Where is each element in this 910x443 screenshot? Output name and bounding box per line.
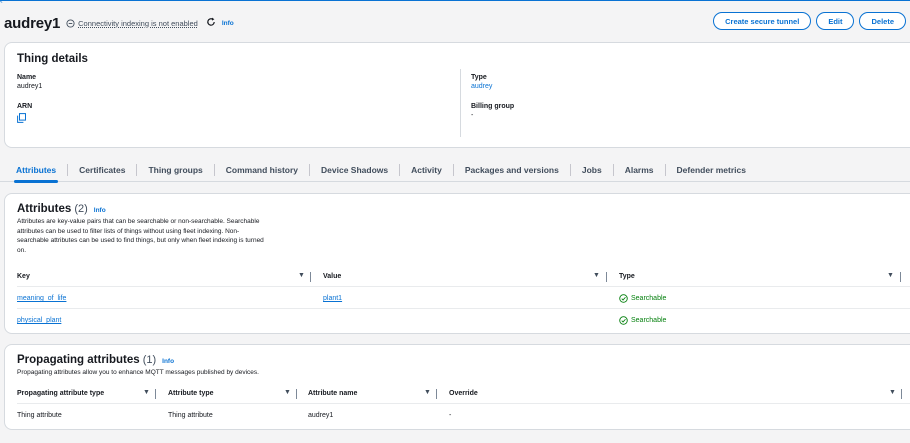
caret-down-icon[interactable]: ▼ [284,389,291,396]
column-separator[interactable] [436,389,437,399]
type-field: Type audrey [471,74,492,90]
attribute-type-label: Searchable [631,295,667,302]
column-header-type[interactable]: Type [619,273,635,280]
attribute-type-status: Searchable [619,294,666,303]
propagating-attribute-type-cell: Thing attribute [17,412,62,419]
tab-defender-metrics[interactable]: Defender metrics [664,163,757,176]
attributes-heading: Attributes [17,203,72,215]
column-header-override[interactable]: Override [449,390,478,397]
attributes-header: Attributes (2) Info [17,203,106,215]
tab-thing-groups[interactable]: Thing groups [136,163,213,176]
attributes-info-link[interactable]: Info [94,207,106,214]
info-link[interactable]: Info [222,20,234,27]
caret-down-icon[interactable]: ▼ [143,389,150,396]
tab-packages-and-versions[interactable]: Packages and versions [452,163,570,176]
column-header-attribute-name[interactable]: Attribute name [308,390,357,397]
tab-attributes[interactable]: Attributes [0,164,67,183]
propagating-description: Propagating attributes allow you to enha… [17,369,259,376]
top-border [0,0,910,3]
column-separator[interactable] [155,389,156,399]
thing-details-heading: Thing details [17,53,88,65]
column-separator[interactable] [310,272,311,282]
tab-jobs[interactable]: Jobs [569,163,613,176]
tab-activity[interactable]: Activity [399,163,453,176]
row-divider [17,286,910,287]
column-header-key[interactable]: Key [17,273,30,280]
header-actions: Create secure tunnel Edit Delete [713,12,906,30]
propagating-info-link[interactable]: Info [162,358,174,365]
billing-group-value: - [471,112,474,119]
copy-icon[interactable] [17,113,32,125]
billing-group-label: Billing group [471,103,515,110]
column-header-value[interactable]: Value [323,273,341,280]
propagating-attributes-card: Propagating attributes (1) Info Propagat… [4,344,910,430]
column-separator[interactable] [900,272,901,282]
tab-alarms[interactable]: Alarms [612,163,665,176]
attribute-name-cell: audrey1 [308,412,334,419]
row-divider [17,403,910,404]
attribute-value-link[interactable]: plant1 [323,295,342,302]
connectivity-link[interactable]: Connectivity indexing is not enabled [78,19,198,28]
page-title: audrey1 [4,14,61,32]
attributes-count: (2) [74,203,88,215]
propagating-header: Propagating attributes (1) Info [17,354,174,366]
column-separator[interactable] [606,272,607,282]
attributes-description-line: searchable attributes can be used to fin… [17,237,264,245]
caret-down-icon[interactable]: ▼ [889,389,896,396]
connectivity-status: Connectivity indexing is not enabled [66,19,198,28]
attributes-card: Attributes (2) Info Attributes are key-v… [4,193,910,334]
refresh-icon[interactable] [206,17,216,29]
tab-bar: Attributes Certificates Thing groups Com… [0,158,910,183]
attribute-type-cell: Thing attribute [168,412,213,419]
type-link[interactable]: audrey [471,83,492,90]
type-label: Type [471,74,487,81]
attributes-description: Attributes are key-value pairs that can … [17,217,337,255]
name-value: audrey1 [17,83,43,90]
edit-button[interactable]: Edit [816,12,855,30]
arn-label: ARN [17,103,33,110]
propagating-heading: Propagating attributes [17,354,140,366]
name-label: Name [17,74,37,81]
create-secure-tunnel-button[interactable]: Create secure tunnel [713,12,812,30]
caret-down-icon[interactable]: ▼ [298,272,305,279]
column-separator[interactable] [901,389,902,399]
column-separator[interactable] [296,389,297,399]
tab-command-history[interactable]: Command history [213,163,309,176]
column-header-propagating-attribute-type[interactable]: Propagating attribute type [17,390,104,397]
info-circle-icon [66,18,75,28]
caret-down-icon[interactable]: ▼ [887,272,894,279]
override-cell: - [449,412,452,419]
caret-down-icon[interactable]: ▼ [593,272,600,279]
page-header: audrey1 Connectivity indexing is not ena… [4,12,906,34]
attributes-description-line: Attributes are key-value pairs that can … [17,218,260,225]
tab-device-shadows[interactable]: Device Shadows [309,163,399,176]
attribute-key-link[interactable]: physical_plant [17,317,61,324]
divider [460,69,461,137]
check-circle-icon [619,316,628,325]
arn-field: ARN [17,103,32,125]
attributes-description-line: on. [17,246,27,254]
attribute-key-link[interactable]: meaning_of_life [17,295,66,302]
propagating-count: (1) [142,354,157,366]
attribute-type-label: Searchable [631,317,667,324]
caret-down-icon[interactable]: ▼ [424,389,431,396]
thing-details-card: Thing details Name audrey1 ARN Type audr… [4,42,910,148]
attribute-type-status: Searchable [619,316,666,325]
row-divider [17,308,910,309]
column-header-attribute-type[interactable]: Attribute type [168,390,214,397]
attributes-description-line: attributes can be used to filter lists o… [17,227,240,235]
delete-button[interactable]: Delete [859,12,906,30]
billing-group-field: Billing group - [471,103,514,119]
name-field: Name audrey1 [17,74,42,90]
tab-certificates[interactable]: Certificates [67,163,136,176]
check-circle-icon [619,294,628,303]
